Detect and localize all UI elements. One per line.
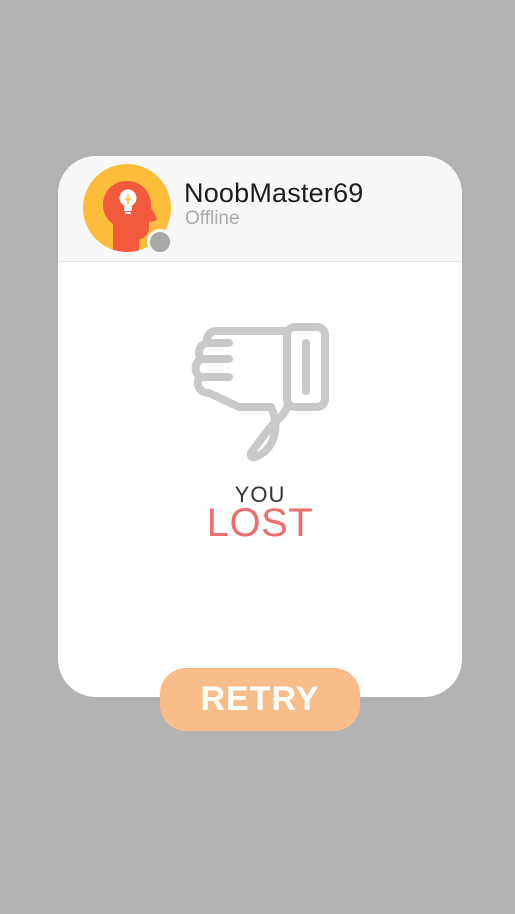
result-card: NoobMaster69 Offline YOU LOST bbox=[58, 156, 462, 697]
status-indicator bbox=[147, 229, 173, 255]
game-screen: NoobMaster69 Offline YOU LOST RETRY bbox=[0, 0, 515, 914]
thumbs-down-icon bbox=[191, 323, 329, 462]
player-status: Offline bbox=[185, 208, 240, 229]
retry-button[interactable]: RETRY bbox=[160, 668, 360, 731]
result-line-lost: LOST bbox=[206, 501, 314, 545]
player-header: NoobMaster69 Offline bbox=[58, 156, 462, 262]
player-name: NoobMaster69 bbox=[184, 178, 364, 208]
